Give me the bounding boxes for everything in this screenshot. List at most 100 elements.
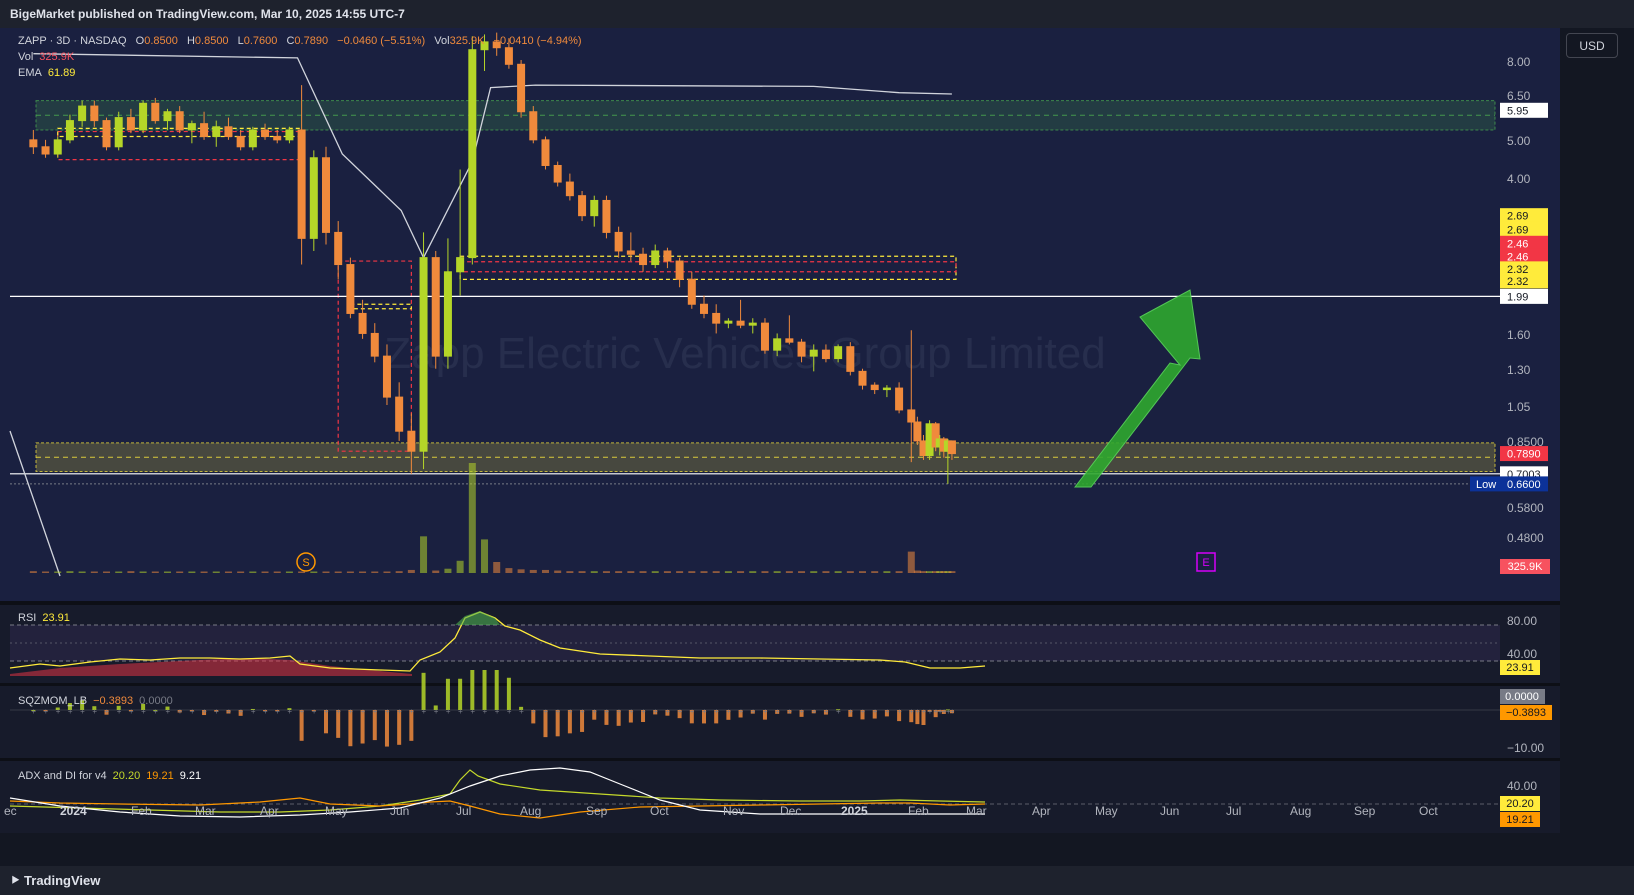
time-axis-label: Apr bbox=[1032, 804, 1051, 818]
candle-body bbox=[322, 157, 330, 233]
sqz-squeeze-dot: + bbox=[153, 707, 158, 716]
sqz-squeeze-dot: + bbox=[397, 707, 402, 716]
volume-bar bbox=[566, 571, 574, 573]
sqz-histogram-bar bbox=[445, 678, 450, 710]
tv-logo-icon: ⯈ bbox=[10, 873, 21, 888]
sqz-squeeze-dot: + bbox=[300, 707, 305, 716]
adx-tick: 40.00 bbox=[1507, 779, 1537, 793]
time-axis-label: May bbox=[325, 804, 348, 818]
sqz-squeeze-dot: + bbox=[434, 707, 439, 716]
candle-body bbox=[895, 387, 904, 411]
sqz-squeeze-dot: + bbox=[543, 707, 548, 716]
sqz-squeeze-dot: + bbox=[519, 707, 524, 716]
sqz-squeeze-dot: + bbox=[714, 707, 719, 716]
price-tick: 1.05 bbox=[1507, 400, 1531, 414]
candle-body bbox=[248, 129, 257, 148]
candle-body bbox=[236, 135, 245, 148]
sqz-histogram-bar bbox=[421, 672, 426, 710]
sqz-squeeze-dot: + bbox=[361, 707, 366, 716]
volume-bar bbox=[785, 571, 793, 573]
time-axis-label: May bbox=[1095, 804, 1118, 818]
volume-bar bbox=[29, 571, 37, 573]
rsi-tick: 40.00 bbox=[1507, 647, 1537, 661]
price-axis[interactable] bbox=[1560, 28, 1634, 866]
candle-body bbox=[334, 231, 343, 266]
sqz-squeeze-dot: + bbox=[690, 707, 695, 716]
time-axis[interactable] bbox=[0, 833, 1634, 866]
sqz-squeeze-dot: + bbox=[763, 707, 768, 716]
candle-body bbox=[907, 409, 916, 423]
sqz-squeeze-dot: + bbox=[751, 707, 756, 716]
volume-bar bbox=[237, 571, 245, 573]
time-axis-label: Oct bbox=[1419, 804, 1438, 818]
sqz-squeeze-dot: + bbox=[202, 707, 207, 716]
volume-bar bbox=[651, 571, 659, 573]
volume-bar bbox=[200, 571, 208, 573]
adx-minus-badge-label: 19.21 bbox=[1506, 814, 1534, 826]
chart-area[interactable]: Zapp Electric Vehicles Group Limited S E… bbox=[0, 28, 1634, 866]
volume-bar bbox=[676, 571, 684, 573]
sqz-squeeze-dot: + bbox=[909, 707, 914, 716]
candle-body bbox=[163, 111, 172, 122]
price-badge-label: 0.7890 bbox=[1507, 449, 1541, 461]
sqz-tick: −10.00 bbox=[1507, 741, 1544, 755]
sqz-squeeze-dot: + bbox=[531, 707, 536, 716]
price-tick: 4.00 bbox=[1507, 172, 1531, 186]
currency-button[interactable]: USD bbox=[1566, 33, 1618, 58]
volume-bar bbox=[883, 571, 891, 573]
volume-bar bbox=[383, 571, 391, 573]
candle-body bbox=[53, 139, 62, 155]
candle-body bbox=[90, 105, 99, 122]
candle-body bbox=[602, 199, 611, 233]
candle-body bbox=[273, 135, 282, 141]
volume-bar bbox=[468, 463, 476, 573]
candle-body bbox=[200, 123, 209, 137]
volume-bar bbox=[822, 571, 830, 573]
candle-body bbox=[748, 322, 757, 326]
candle-body bbox=[663, 250, 672, 262]
volume-bar bbox=[602, 571, 610, 573]
time-axis-label: Aug bbox=[520, 804, 541, 818]
candle-body bbox=[309, 157, 318, 239]
sqz-squeeze-dot: + bbox=[129, 707, 134, 716]
volume-bar bbox=[554, 570, 562, 573]
volume-bar bbox=[688, 571, 696, 573]
candle-body bbox=[724, 320, 733, 324]
candle-body bbox=[913, 421, 922, 442]
volume-bar bbox=[761, 571, 769, 573]
sqz-pane bbox=[0, 686, 1560, 758]
candle-body bbox=[261, 129, 270, 137]
low-price-badge-prefix: Low bbox=[1476, 479, 1496, 491]
candle-body bbox=[590, 199, 599, 217]
candle-body bbox=[102, 120, 111, 148]
candle-body bbox=[821, 349, 830, 360]
candle-body bbox=[870, 384, 879, 391]
legend-symbol: ZAPP · 3D · NASDAQ bbox=[18, 35, 127, 47]
sqz-squeeze-dot: + bbox=[348, 707, 353, 716]
sqz-squeeze-dot: + bbox=[263, 707, 268, 716]
sqz-squeeze-dot: + bbox=[214, 707, 219, 716]
sqz-squeeze-dot: + bbox=[641, 707, 646, 716]
volume-bar bbox=[663, 571, 671, 573]
volume-bar bbox=[66, 571, 74, 573]
candle-body bbox=[565, 181, 574, 197]
price-tick: 0.5800 bbox=[1507, 501, 1544, 515]
price-badge-label: 2.69 bbox=[1507, 224, 1528, 236]
volume-bar bbox=[639, 571, 647, 573]
price-badge-label: 1.99 bbox=[1507, 291, 1528, 303]
tradingview-logo[interactable]: ⯈ TradingView bbox=[10, 873, 100, 889]
sqz-squeeze-dot: + bbox=[275, 707, 280, 716]
volume-bar bbox=[298, 571, 306, 573]
candle-body bbox=[151, 102, 160, 122]
volume-bar bbox=[359, 571, 367, 573]
candle-body bbox=[224, 126, 233, 137]
volume-bar bbox=[310, 571, 318, 573]
time-axis-label: Nov bbox=[723, 804, 744, 818]
candle-body bbox=[651, 250, 660, 266]
sqz-squeeze-dot: + bbox=[409, 707, 414, 716]
sqz-squeeze-dot: + bbox=[580, 707, 585, 716]
sqz-squeeze-dot: + bbox=[653, 707, 658, 716]
sqz-squeeze-dot: + bbox=[324, 707, 329, 716]
volume-bar bbox=[919, 571, 927, 573]
price-tick: 6.50 bbox=[1507, 89, 1531, 103]
